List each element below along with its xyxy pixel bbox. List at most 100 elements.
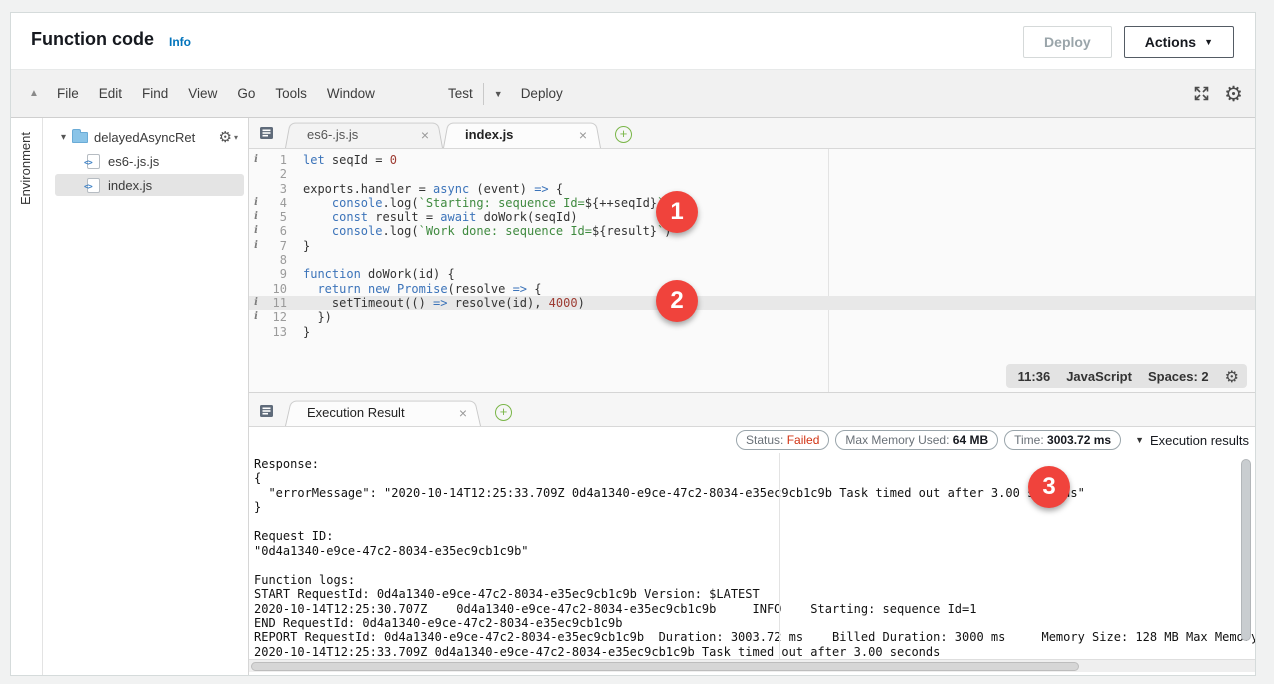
tab-close-icon[interactable]: ×: [407, 128, 429, 142]
run-controls: Test ▼ Deploy: [448, 70, 563, 117]
test-dropdown-icon[interactable]: ▼: [494, 89, 503, 99]
code-text: setTimeout(() => resolve(id), 4000): [303, 296, 585, 310]
code-line-10[interactable]: 10 return new Promise(resolve => {: [249, 282, 1255, 296]
status-badge-maxmemoryused: Max Memory Used: 64 MB: [835, 430, 998, 450]
status-badge-status: Status: Failed: [736, 430, 829, 450]
editor-tab-bar: es6-.js.js×index.js× +: [249, 118, 1255, 149]
annotation-marker-1: 1: [656, 191, 698, 233]
deploy-button[interactable]: Deploy: [1023, 26, 1112, 58]
line-number: 13: [263, 325, 287, 339]
indent-setting[interactable]: Spaces: 2: [1148, 369, 1209, 384]
execution-result-tab[interactable]: Execution Result ×: [285, 399, 481, 426]
code-text: function doWork(id) {: [303, 267, 455, 281]
output-line-13: REPORT RequestId: 0d4a1340-e9ce-47c2-803…: [254, 630, 1255, 644]
code-line-2[interactable]: 2: [249, 167, 1255, 181]
horizontal-scrollbar-thumb[interactable]: [251, 662, 1079, 671]
tree-gear-icon: ⚙: [219, 128, 232, 146]
menubar-icons: ⚙: [1193, 70, 1243, 117]
new-results-tab-icon[interactable]: +: [495, 404, 512, 421]
vertical-scrollbar-thumb[interactable]: [1241, 459, 1251, 641]
menu-item-find[interactable]: Find: [142, 86, 168, 101]
test-button[interactable]: Test: [448, 86, 473, 101]
menu-item-view[interactable]: View: [188, 86, 217, 101]
output-line-7: "0d4a1340-e9ce-47c2-8034-e35ec9cb1c9b": [254, 544, 1255, 558]
menu-item-go[interactable]: Go: [237, 86, 255, 101]
results-tab-list-icon[interactable]: [259, 404, 275, 418]
menu-item-tools[interactable]: Tools: [275, 86, 307, 101]
info-annotation-icon: i: [249, 196, 263, 210]
line-number: 8: [263, 253, 287, 267]
ide-body: Environment ▾ delayedAsyncReturn ⚙ ▾ es6…: [11, 118, 1255, 675]
code-text: return new Promise(resolve => {: [303, 282, 541, 296]
code-line-12[interactable]: i12 }): [249, 310, 1255, 324]
editor-tab-index.js[interactable]: index.js×: [443, 121, 601, 148]
menu-item-edit[interactable]: Edit: [99, 86, 122, 101]
code-line-3[interactable]: 3exports.handler = async (event) => {: [249, 182, 1255, 196]
status-badge-time: Time: 3003.72 ms: [1004, 430, 1121, 450]
output-line-11: 2020-10-14T12:25:30.707Z 0d4a1340-e9ce-4…: [254, 602, 1255, 616]
menu-item-file[interactable]: File: [57, 86, 79, 101]
gutter-cell: 10: [249, 282, 295, 296]
badge-label: Status:: [746, 433, 783, 447]
tree-file-index.js[interactable]: index.js: [55, 174, 244, 196]
horizontal-scrollbar[interactable]: [249, 659, 1255, 672]
gutter-spacer: [249, 325, 263, 339]
output-line-12: END RequestId: 0d4a1340-e9ce-47c2-8034-e…: [254, 616, 1255, 630]
line-number: 9: [263, 267, 287, 281]
execution-results-caret-icon: ▼: [1135, 435, 1144, 445]
code-line-1[interactable]: i1let seqId = 0: [249, 153, 1255, 167]
menu-deploy-item[interactable]: Deploy: [521, 86, 563, 101]
tree-files: es6-.js.jsindex.js: [43, 150, 248, 196]
cursor-position[interactable]: 11:36: [1018, 369, 1051, 384]
tab-close-icon[interactable]: ×: [445, 406, 467, 420]
tree-folder-row[interactable]: ▾ delayedAsyncReturn ⚙ ▾: [43, 126, 248, 148]
vertical-scrollbar[interactable]: [1241, 456, 1252, 659]
info-annotation-icon: i: [249, 239, 263, 253]
execution-results-toggle[interactable]: ▼ Execution results: [1135, 433, 1249, 448]
code-line-7[interactable]: i7}: [249, 239, 1255, 253]
gutter-cell: i12: [249, 310, 295, 324]
code-line-11[interactable]: i11 setTimeout(() => resolve(id), 4000): [249, 296, 1255, 310]
divider: [483, 83, 484, 105]
output-line-5: [254, 515, 1255, 529]
actions-button-label: Actions: [1145, 34, 1196, 50]
output-line-6: Request ID:: [254, 529, 1255, 543]
code-editor[interactable]: i1let seqId = 023exports.handler = async…: [249, 149, 1255, 393]
tree-settings[interactable]: ⚙ ▾: [219, 128, 248, 146]
actions-button[interactable]: Actions ▼: [1124, 26, 1234, 58]
status-gear-icon[interactable]: ⚙: [1225, 367, 1239, 386]
tab-close-icon[interactable]: ×: [565, 128, 587, 142]
code-text: }: [303, 325, 310, 339]
badge-list: Status: Failed Max Memory Used: 64 MB Time…: [736, 430, 1121, 450]
info-annotation-icon: i: [249, 310, 263, 324]
info-annotation-icon: i: [249, 296, 263, 310]
folder-expand-icon[interactable]: ▾: [61, 132, 66, 143]
environment-strip[interactable]: Environment: [11, 118, 43, 675]
output-line-10: START RequestId: 0d4a1340-e9ce-47c2-8034…: [254, 587, 1255, 601]
code-text: const result = await doWork(seqId): [303, 210, 578, 224]
tab-list-icon[interactable]: [259, 126, 275, 140]
language-mode[interactable]: JavaScript: [1066, 369, 1132, 384]
tree-file-es6-.js.js[interactable]: es6-.js.js: [55, 150, 244, 172]
code-line-6[interactable]: i6 console.log(`Work done: sequence Id=$…: [249, 224, 1255, 238]
info-link[interactable]: Info: [169, 35, 191, 49]
code-line-8[interactable]: 8: [249, 253, 1255, 267]
environment-label: Environment: [18, 132, 33, 205]
code-line-5[interactable]: i5 const result = await doWork(seqId): [249, 210, 1255, 224]
execution-output[interactable]: Response:{ "errorMessage": "2020-10-14T1…: [249, 453, 1255, 659]
code-line-9[interactable]: 9 function doWork(id) {: [249, 267, 1255, 281]
new-tab-icon[interactable]: +: [615, 126, 632, 143]
line-number: 3: [263, 182, 287, 196]
code-line-13[interactable]: 13}: [249, 325, 1255, 339]
code-line-4[interactable]: i4 console.log(`Starting: sequence Id=${…: [249, 196, 1255, 210]
panel-header: Function code Info Deploy Actions ▼: [11, 13, 1255, 70]
editor-tab-es6-.js.js[interactable]: es6-.js.js×: [285, 121, 443, 148]
fullscreen-icon[interactable]: [1193, 85, 1210, 102]
code-text: console.log(`Starting: sequence Id=${++s…: [303, 196, 672, 210]
gutter-cell: 8: [249, 253, 295, 267]
code-text: let seqId = 0: [303, 153, 397, 167]
line-number: 11: [263, 296, 287, 310]
ide-settings-gear-icon[interactable]: ⚙: [1224, 82, 1243, 106]
menu-item-window[interactable]: Window: [327, 86, 375, 101]
collapse-panel-icon[interactable]: ▲: [29, 88, 39, 99]
